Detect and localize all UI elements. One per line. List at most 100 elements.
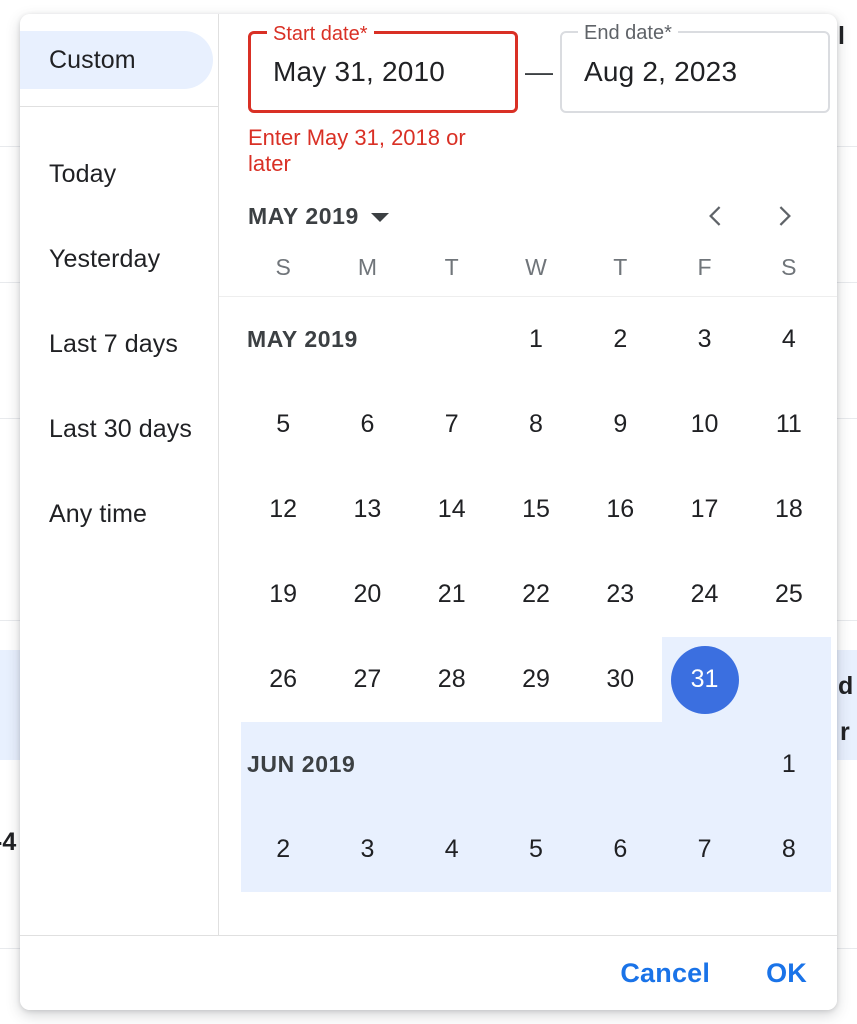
calendar-day-cell[interactable]: 11 xyxy=(747,382,831,467)
calendar-day-cell[interactable]: 17 xyxy=(662,467,746,552)
caret-down-icon xyxy=(370,213,389,222)
calendar-day-cell[interactable]: 21 xyxy=(410,552,494,637)
chevron-right-icon xyxy=(779,206,791,226)
calendar-day-number: 15 xyxy=(522,495,550,523)
calendar-day-cell[interactable]: 8 xyxy=(746,807,831,892)
calendar-scroll-area[interactable]: MAY 2019 1 2 3 4 5 6 7 8 9 10 11 12 13 14 15 16 17 18 19 20 2… xyxy=(219,297,837,935)
calendar-day-cell[interactable]: 22 xyxy=(494,552,578,637)
calendar-day-cell[interactable]: 6 xyxy=(578,807,663,892)
calendar-month-marker: JUN 2019 xyxy=(241,722,494,807)
calendar-day-cell[interactable]: 10 xyxy=(662,382,746,467)
calendar-week-row: 19 20 21 22 23 24 25 xyxy=(241,552,831,637)
dialog-footer: Cancel OK xyxy=(20,936,837,1010)
calendar-day-cell[interactable]: 25 xyxy=(747,552,831,637)
calendar-day-cell[interactable]: 14 xyxy=(410,467,494,552)
calendar-day-number: 1 xyxy=(529,325,543,353)
calendar-day-number: 17 xyxy=(690,495,719,523)
calendar-month-marker: MAY 2019 xyxy=(247,326,358,352)
calendar-week-row: JUN 2019 1 xyxy=(241,722,831,807)
calendar-day-number: 28 xyxy=(437,665,466,693)
calendar-day-cell[interactable]: 28 xyxy=(410,637,494,722)
calendar-day-number: 5 xyxy=(529,835,543,863)
calendar-day-selected[interactable]: 31 xyxy=(662,637,747,722)
calendar-week-row: 2 3 4 5 6 7 8 xyxy=(241,807,831,892)
calendar-day-cell[interactable]: 18 xyxy=(747,467,831,552)
sidebar-item-yesterday[interactable]: Yesterday xyxy=(20,217,218,302)
calendar-day-cell[interactable]: 1 xyxy=(746,722,831,807)
sidebar-item-custom[interactable]: Custom xyxy=(20,31,213,89)
calendar-day-cell[interactable]: 2 xyxy=(241,807,326,892)
calendar-day-cell[interactable]: 24 xyxy=(662,552,746,637)
weekday-tuesday: T xyxy=(444,254,459,280)
calendar-day-cell[interactable]: 7 xyxy=(410,382,494,467)
calendar-day-number: 4 xyxy=(444,835,459,863)
sidebar-item-last-30-days[interactable]: Last 30 days xyxy=(20,387,218,472)
calendar-day-cell[interactable]: 12 xyxy=(241,467,325,552)
calendar-day-cell[interactable]: 6 xyxy=(325,382,409,467)
preset-sidebar: Custom Today Yesterday Last 7 days Last … xyxy=(20,14,219,935)
calendar-week-row: 12 13 14 15 16 17 18 xyxy=(241,467,831,552)
weekday-friday: F xyxy=(697,254,712,280)
calendar-day-cell[interactable]: 27 xyxy=(325,637,409,722)
weekday-monday: M xyxy=(357,254,377,280)
next-month-button[interactable] xyxy=(762,193,808,239)
calendar-day-number xyxy=(586,731,654,799)
sidebar-item-last-7-days[interactable]: Last 7 days xyxy=(20,302,218,387)
calendar-day-number: 20 xyxy=(353,580,382,608)
calendar-day-cell[interactable]: 3 xyxy=(662,297,746,382)
sidebar-item-label: Today xyxy=(49,160,117,188)
sidebar-item-label: Any time xyxy=(49,500,148,528)
calendar-day-number: 24 xyxy=(690,580,719,608)
calendar-day-cell[interactable]: 26 xyxy=(241,637,325,722)
calendar-day-cell[interactable]: 1 xyxy=(494,297,578,382)
calendar-day-cell[interactable]: 4 xyxy=(409,807,494,892)
calendar-pane: Start date* May 31, 2010 — End date* Aug… xyxy=(219,14,837,935)
previous-month-button[interactable] xyxy=(692,193,738,239)
sidebar-item-label: Yesterday xyxy=(49,245,161,273)
calendar-day-cell[interactable]: 5 xyxy=(241,382,325,467)
calendar-month-navigation: MAY 2019 xyxy=(219,177,837,239)
date-range-separator: — xyxy=(525,56,553,87)
start-date-field[interactable]: Start date* May 31, 2010 xyxy=(248,21,518,113)
background-partial-text-right-mid: r xyxy=(840,718,850,746)
calendar-day-cell[interactable]: 3 xyxy=(325,807,410,892)
calendar-day-number xyxy=(755,646,823,714)
end-date-field[interactable]: End date* Aug 2, 2023 xyxy=(560,20,830,113)
calendar-day-number: 4 xyxy=(781,325,796,353)
month-year-dropdown[interactable]: MAY 2019 xyxy=(248,203,389,230)
calendar-day-cell[interactable]: 19 xyxy=(241,552,325,637)
date-fields-row: Start date* May 31, 2010 — End date* Aug… xyxy=(219,14,837,113)
sidebar-item-label: Last 30 days xyxy=(49,415,192,443)
calendar-day-cell[interactable]: 2 xyxy=(578,297,662,382)
calendar-day-number: 8 xyxy=(529,410,543,438)
calendar-day-cell[interactable]: 23 xyxy=(578,552,662,637)
preset-sidebar-top: Custom xyxy=(20,14,218,107)
calendar-day-number: 8 xyxy=(781,835,796,863)
calendar-day-cell[interactable]: 8 xyxy=(494,382,578,467)
calendar-day-number: 7 xyxy=(444,410,459,438)
calendar-day-cell[interactable]: 5 xyxy=(493,807,579,892)
calendar-day-cell[interactable]: 7 xyxy=(662,807,747,892)
end-date-value: Aug 2, 2023 xyxy=(584,56,738,87)
calendar-day-number: 1 xyxy=(781,750,796,778)
calendar-day-cell[interactable]: 16 xyxy=(578,467,662,552)
calendar-day-cell[interactable]: 29 xyxy=(494,637,578,722)
calendar-day-cell[interactable]: 15 xyxy=(494,467,578,552)
calendar-day-number: 26 xyxy=(269,665,298,693)
cancel-button[interactable]: Cancel xyxy=(620,958,710,989)
calendar-day-cell[interactable]: 9 xyxy=(578,382,662,467)
calendar-day-number: 3 xyxy=(697,325,712,353)
preset-sidebar-list: Today Yesterday Last 7 days Last 30 days… xyxy=(20,107,218,557)
calendar-empty-cell xyxy=(493,722,579,807)
weekday-header-row: S M T W T F S xyxy=(219,239,837,297)
calendar-day-cell[interactable]: 13 xyxy=(325,467,409,552)
background-partial-text-topright: l xyxy=(838,22,845,50)
sidebar-item-today[interactable]: Today xyxy=(20,132,218,217)
calendar-day-cell[interactable]: 30 xyxy=(578,637,662,722)
calendar-day-cell[interactable]: 4 xyxy=(747,297,831,382)
background-partial-text-right-top: d xyxy=(838,672,854,700)
sidebar-item-label: Last 7 days xyxy=(49,330,178,358)
calendar-day-cell[interactable]: 20 xyxy=(325,552,409,637)
ok-button[interactable]: OK xyxy=(766,958,807,989)
sidebar-item-any-time[interactable]: Any time xyxy=(20,472,218,557)
